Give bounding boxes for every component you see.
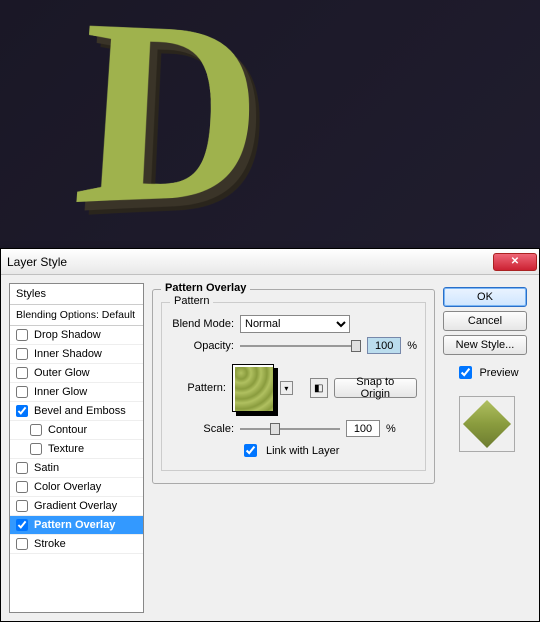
opacity-unit: % — [407, 340, 417, 352]
blend-mode-select[interactable]: Normal — [240, 315, 350, 333]
scale-input[interactable] — [346, 420, 380, 437]
scale-unit: % — [386, 423, 396, 435]
link-with-layer-checkbox[interactable] — [244, 444, 257, 457]
ok-button[interactable]: OK — [443, 287, 527, 307]
styles-header[interactable]: Styles — [10, 284, 143, 305]
close-button[interactable]: ✕ — [493, 253, 537, 271]
style-checkbox[interactable] — [16, 329, 28, 341]
blend-mode-label: Blend Mode: — [170, 318, 234, 330]
style-checkbox[interactable] — [16, 462, 28, 474]
style-checkbox[interactable] — [16, 367, 28, 379]
blending-options[interactable]: Blending Options: Default — [10, 305, 143, 326]
preview-checkbox[interactable] — [459, 366, 472, 379]
cancel-button[interactable]: Cancel — [443, 311, 527, 331]
pattern-dropdown[interactable]: ▾ — [280, 381, 292, 395]
layer-style-dialog: Layer Style ✕ Styles Blending Options: D… — [0, 248, 540, 622]
style-label: Inner Glow — [34, 386, 87, 398]
style-checkbox[interactable] — [16, 538, 28, 550]
style-checkbox[interactable] — [16, 348, 28, 360]
canvas-preview: D — [0, 0, 540, 248]
preview-swatch — [459, 396, 515, 452]
pattern-subtitle: Pattern — [170, 295, 213, 307]
style-label: Contour — [48, 424, 87, 436]
style-item-stroke[interactable]: Stroke — [10, 535, 143, 554]
link-with-layer-label: Link with Layer — [266, 445, 339, 457]
style-item-color-overlay[interactable]: Color Overlay — [10, 478, 143, 497]
pattern-overlay-group: Pattern Overlay Pattern Blend Mode: Norm… — [152, 289, 435, 484]
pattern-group: Pattern Blend Mode: Normal Opacity: — [161, 302, 426, 471]
style-label: Bevel and Emboss — [34, 405, 126, 417]
dialog-title: Layer Style — [7, 255, 493, 269]
style-checkbox[interactable] — [16, 405, 28, 417]
artwork-letter: D — [66, 0, 261, 248]
style-item-outer-glow[interactable]: Outer Glow — [10, 364, 143, 383]
style-label: Outer Glow — [34, 367, 90, 379]
style-checkbox[interactable] — [30, 443, 42, 455]
style-item-pattern-overlay[interactable]: Pattern Overlay — [10, 516, 143, 535]
settings-panel: Pattern Overlay Pattern Blend Mode: Norm… — [152, 283, 435, 613]
style-label: Texture — [48, 443, 84, 455]
style-label: Drop Shadow — [34, 329, 101, 341]
style-label: Stroke — [34, 538, 66, 550]
opacity-input[interactable] — [367, 337, 401, 354]
style-item-inner-glow[interactable]: Inner Glow — [10, 383, 143, 402]
style-item-bevel-and-emboss[interactable]: Bevel and Emboss — [10, 402, 143, 421]
chevron-down-icon: ▾ — [284, 384, 288, 393]
pattern-swatch[interactable] — [232, 364, 274, 412]
dialog-body: Styles Blending Options: Default Drop Sh… — [1, 275, 539, 621]
right-buttons: OK Cancel New Style... Preview — [443, 283, 531, 613]
style-label: Inner Shadow — [34, 348, 102, 360]
titlebar: Layer Style ✕ — [1, 249, 539, 275]
style-checkbox[interactable] — [16, 500, 28, 512]
snap-to-origin-button[interactable]: Snap to Origin — [334, 378, 417, 398]
pattern-label: Pattern: — [170, 382, 226, 394]
style-item-contour[interactable]: Contour — [10, 421, 143, 440]
style-label: Gradient Overlay — [34, 500, 117, 512]
style-checkbox[interactable] — [16, 519, 28, 531]
scale-slider[interactable] — [240, 421, 340, 437]
preview-thumbnail — [463, 400, 511, 448]
style-label: Color Overlay — [34, 481, 101, 493]
scale-label: Scale: — [170, 423, 234, 435]
style-checkbox[interactable] — [30, 424, 42, 436]
style-item-satin[interactable]: Satin — [10, 459, 143, 478]
styles-list: Styles Blending Options: Default Drop Sh… — [9, 283, 144, 613]
opacity-slider[interactable] — [240, 338, 361, 354]
new-style-button[interactable]: New Style... — [443, 335, 527, 355]
style-label: Satin — [34, 462, 59, 474]
style-item-texture[interactable]: Texture — [10, 440, 143, 459]
new-preset-icon[interactable]: ◧ — [310, 378, 328, 398]
style-item-gradient-overlay[interactable]: Gradient Overlay — [10, 497, 143, 516]
style-label: Pattern Overlay — [34, 519, 115, 531]
style-item-inner-shadow[interactable]: Inner Shadow — [10, 345, 143, 364]
close-icon: ✕ — [511, 256, 519, 267]
style-checkbox[interactable] — [16, 481, 28, 493]
group-title: Pattern Overlay — [161, 282, 250, 294]
preview-label: Preview — [479, 367, 518, 379]
style-checkbox[interactable] — [16, 386, 28, 398]
opacity-label: Opacity: — [170, 340, 234, 352]
style-item-drop-shadow[interactable]: Drop Shadow — [10, 326, 143, 345]
